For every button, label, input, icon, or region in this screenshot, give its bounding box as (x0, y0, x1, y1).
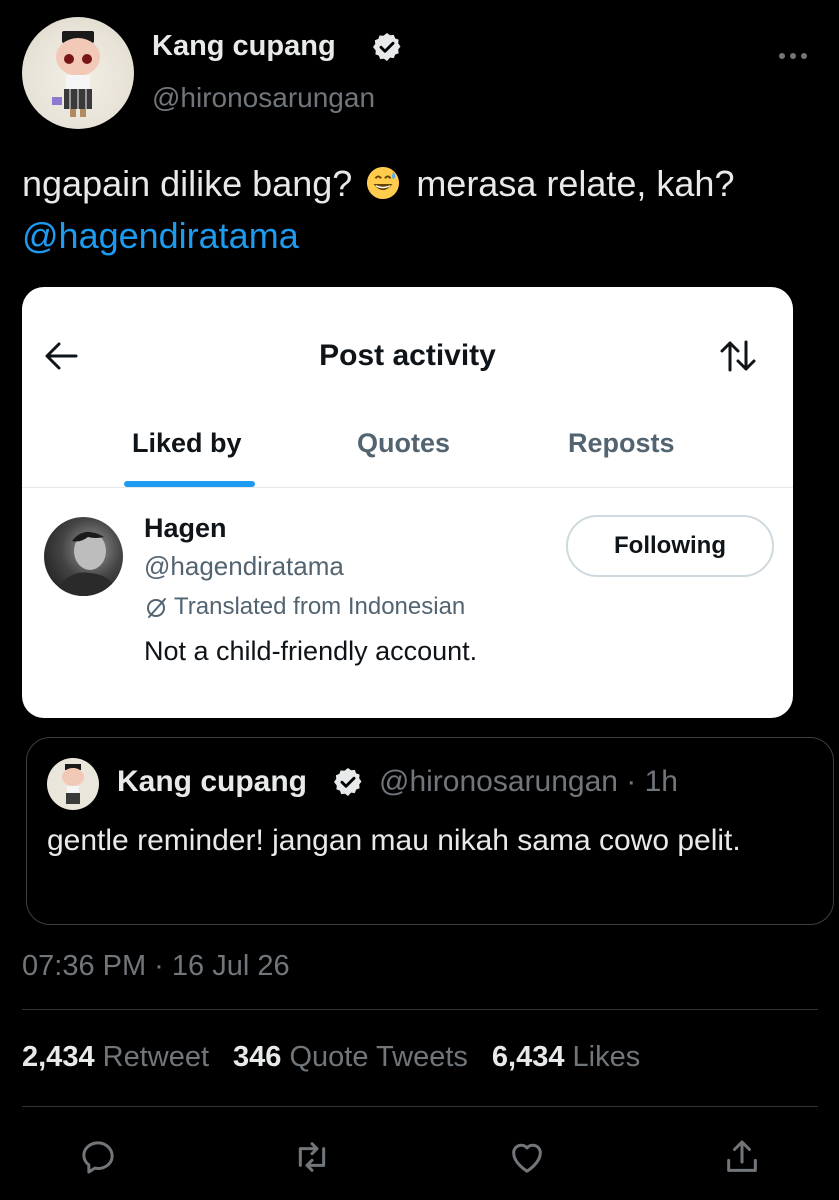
grinning-sweat-emoji-icon (367, 166, 400, 200)
tab-liked-by: Liked by (132, 428, 242, 458)
quoted-author-name: Kang cupang (117, 765, 308, 798)
post-activity-title: Post activity (319, 339, 496, 372)
liker-name: Hagen (144, 513, 227, 543)
translated-note: Translated from Indonesian (174, 593, 466, 620)
engagement-stats: 2,434 Retweet 346 Quote Tweets 6,434 Likes (22, 1041, 640, 1074)
likes-label: Likes (572, 1041, 641, 1073)
person-photo-icon (54, 531, 118, 596)
doll-figure-icon (62, 764, 84, 804)
retweets-stat[interactable]: 2,434 Retweet (22, 1041, 209, 1073)
quotes-count: 346 (233, 1041, 282, 1073)
doll-figure-icon (52, 31, 100, 117)
sort-arrows-icon (720, 340, 756, 372)
divider (22, 1106, 818, 1107)
share-button[interactable] (722, 1137, 762, 1177)
retweets-label: Retweet (102, 1041, 210, 1073)
divider (22, 1009, 818, 1010)
quotes-stat[interactable]: 346 Quote Tweets (233, 1041, 468, 1073)
tabs-divider (22, 487, 793, 488)
post-activity-screenshot: Post activity Liked by Quotes Reposts Ha… (22, 287, 793, 718)
quoted-author-handle: @hironosarungan · 1h (379, 765, 678, 798)
author-handle[interactable]: @hironosarungan (152, 82, 375, 114)
quotes-label: Quote Tweets (289, 1041, 468, 1073)
tweet-text: ngapain dilike bang? merasa relate, kah?… (22, 158, 812, 262)
author-name[interactable]: Kang cupang (152, 30, 336, 63)
tab-quotes: Quotes (357, 428, 451, 458)
heart-icon (512, 1143, 542, 1173)
retweet-icon (298, 1142, 326, 1172)
likes-count: 6,434 (491, 1041, 565, 1073)
like-button[interactable] (507, 1137, 547, 1177)
quoted-tweet-text: gentle reminder! jangan mau nikah sama c… (47, 824, 741, 857)
likes-stat[interactable]: 6,434 Likes (492, 1041, 640, 1073)
tab-reposts: Reposts (568, 428, 675, 458)
tweet-text-part1: ngapain dilike bang? (22, 163, 353, 204)
retweet-button[interactable] (292, 1137, 332, 1177)
reply-button[interactable] (78, 1137, 118, 1177)
verified-badge-icon (373, 33, 401, 61)
verified-badge-icon (334, 768, 362, 796)
tweet-timestamp[interactable]: 07:36 PM · 16 Jul 26 (22, 950, 290, 983)
reply-icon (82, 1141, 114, 1174)
tweet-text-part2: merasa relate, kah? (416, 163, 735, 204)
liker-handle: @hagendiratama (144, 551, 344, 581)
translate-icon (147, 598, 166, 618)
retweets-count: 2,434 (22, 1041, 95, 1073)
liker-avatar (44, 517, 123, 596)
liker-bio: Not a child-friendly account. (144, 636, 478, 666)
tweet-mention-link[interactable]: @hagendiratama (22, 215, 299, 256)
following-button: Following (566, 515, 774, 577)
author-avatar[interactable] (22, 17, 134, 129)
quoted-author-avatar (47, 758, 99, 810)
more-options-icon[interactable] (778, 52, 808, 60)
share-icon (727, 1140, 757, 1172)
quoted-tweet[interactable]: Kang cupang @hironosarungan · 1h gentle … (26, 737, 834, 925)
